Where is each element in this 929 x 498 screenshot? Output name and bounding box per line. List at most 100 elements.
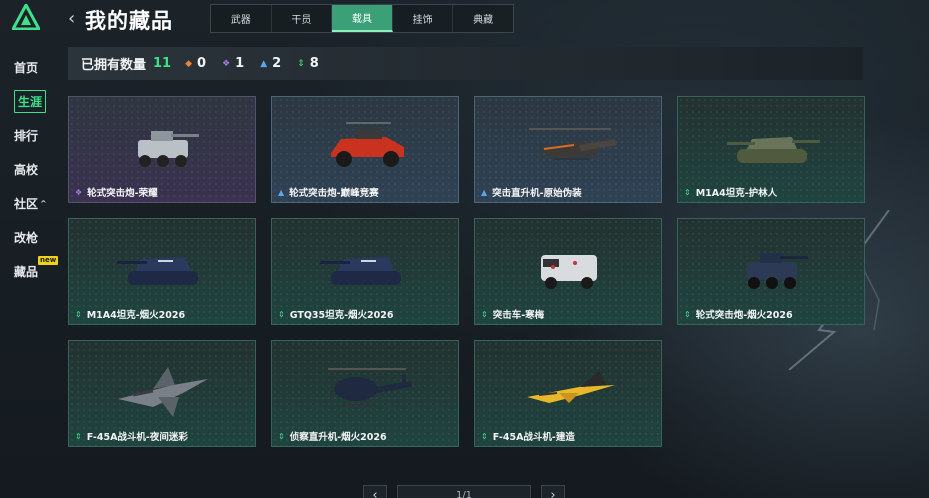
card-name: 突击车-寒梅: [492, 310, 545, 321]
tab-0[interactable]: 武器: [211, 5, 272, 32]
card-footer: ⇕ F-45A战斗机-建造: [475, 426, 661, 446]
rarity-count: 8: [309, 56, 319, 71]
card-name: GTQ35坦克-烟火2026: [289, 310, 394, 321]
sidebar-nav: 首页生涯排行高校社区 ^ 改枪藏品 new: [6, 50, 59, 288]
card-name: 轮式突击炮-烟火2026: [695, 310, 793, 321]
sidebar-item-label: 藏品: [14, 264, 39, 279]
chevron-up-icon: ^: [40, 198, 47, 208]
vehicle-image: [331, 122, 404, 167]
vehicle-image: [118, 367, 208, 417]
vehicle-image: [117, 257, 198, 285]
rarity-stat: ❖ 1: [222, 56, 244, 71]
vehicle-image: [727, 137, 820, 163]
collection-card[interactable]: ⇕ GTQ35坦克-烟火2026: [271, 218, 459, 325]
sidebar-item-label: 排行: [14, 128, 39, 143]
blue-rarity-icon: ▲: [278, 187, 285, 197]
page-title: 我的藏品: [85, 9, 173, 33]
tab-4[interactable]: 典藏: [453, 5, 513, 32]
rarity-count: 0: [197, 56, 207, 71]
card-name: 轮式突击炮-巅峰竞赛: [289, 188, 379, 199]
vehicle-image: [527, 371, 615, 403]
sidebar-item-label: 生涯: [14, 89, 47, 113]
vehicle-image: [320, 257, 401, 285]
vehicle-image: [328, 368, 412, 406]
tab-1[interactable]: 干员: [272, 5, 333, 32]
collection-card[interactable]: ▲ 轮式突击炮-巅峰竞赛: [271, 96, 459, 203]
card-footer: ⇕ 侦察直升机-烟火2026: [272, 426, 458, 446]
collection-card[interactable]: ⇕ M1A4坦克-护林人: [677, 96, 865, 203]
rarity-stat: ▲ 2: [260, 56, 281, 71]
green-rarity-icon: ⇕: [684, 187, 691, 197]
card-name: 突击直升机-原始伪装: [492, 188, 582, 199]
prev-page-button[interactable]: ‹: [363, 485, 387, 498]
vehicle-image: [529, 128, 617, 160]
owned-count-value: 11: [153, 56, 172, 71]
orange-rarity-icon: ◆: [185, 58, 193, 69]
rarity-count: 2: [272, 56, 282, 71]
green-rarity-icon: ⇕: [75, 309, 82, 319]
sidebar-item-4[interactable]: 社区 ^: [6, 186, 56, 220]
collection-card[interactable]: ⇕ F-45A战斗机-夜间迷彩: [68, 340, 256, 447]
purple-rarity-icon: ❖: [75, 187, 83, 197]
collection-card[interactable]: ⇕ M1A4坦克-烟火2026: [68, 218, 256, 325]
sidebar-item-1[interactable]: 生涯: [6, 84, 56, 118]
sidebar-item-0[interactable]: 首页: [6, 50, 56, 84]
card-footer: ⇕ F-45A战斗机-夜间迷彩: [69, 426, 255, 446]
card-name: 侦察直升机-烟火2026: [289, 432, 387, 443]
green-rarity-icon: ⇕: [278, 431, 285, 441]
sidebar-item-label: 社区: [14, 196, 39, 211]
card-name: M1A4坦克-烟火2026: [86, 310, 186, 321]
sidebar-item-5[interactable]: 改枪: [6, 220, 56, 254]
purple-rarity-icon: ❖: [222, 58, 231, 69]
sidebar-item-label: 首页: [14, 60, 39, 75]
new-badge: new: [38, 256, 59, 265]
green-rarity-icon: ⇕: [684, 309, 691, 319]
card-name: F-45A战斗机-建造: [492, 432, 575, 443]
app-logo-icon[interactable]: [12, 4, 40, 30]
card-footer: ⇕ 突击车-寒梅: [475, 304, 661, 324]
vehicle-image: [541, 255, 597, 289]
next-page-button[interactable]: ›: [541, 485, 565, 498]
tab-3[interactable]: 挂饰: [393, 5, 454, 32]
collection-card[interactable]: ❖ 轮式突击炮-荣耀: [68, 96, 256, 203]
blue-rarity-icon: ▲: [481, 187, 488, 197]
rarity-count: 1: [235, 56, 245, 71]
vehicle-image: [138, 131, 199, 167]
green-rarity-icon: ⇕: [75, 431, 82, 441]
collection-card[interactable]: ⇕ 轮式突击炮-烟火2026: [677, 218, 865, 325]
collection-card[interactable]: ▲ 突击直升机-原始伪装: [474, 96, 662, 203]
sidebar-item-label: 改枪: [14, 230, 39, 245]
back-button[interactable]: ‹: [68, 8, 75, 29]
sidebar-item-3[interactable]: 高校: [6, 152, 56, 186]
rarity-stat: ◆ 0: [185, 56, 206, 71]
sidebar-item-6[interactable]: 藏品 new: [6, 254, 59, 288]
sidebar-item-label: 高校: [14, 162, 39, 177]
sidebar-item-2[interactable]: 排行: [6, 118, 56, 152]
card-name: F-45A战斗机-夜间迷彩: [86, 432, 188, 443]
card-footer: ▲ 突击直升机-原始伪装: [475, 182, 661, 202]
page-indicator: 1/1: [397, 485, 531, 498]
card-name: M1A4坦克-护林人: [695, 188, 778, 199]
blue-rarity-icon: ▲: [260, 58, 268, 69]
vehicle-image: [747, 253, 808, 289]
collection-card[interactable]: ⇕ 侦察直升机-烟火2026: [271, 340, 459, 447]
card-footer: ❖ 轮式突击炮-荣耀: [69, 182, 255, 202]
green-rarity-icon: ⇕: [297, 58, 305, 69]
owned-summary-bar: 已拥有数量 11 ◆ 0 ❖ 1 ▲ 2 ⇕ 8: [68, 47, 863, 80]
category-tabs: 武器 干员 载具 挂饰 典藏: [210, 4, 514, 33]
collection-card[interactable]: ⇕ F-45A战斗机-建造: [474, 340, 662, 447]
card-footer: ⇕ GTQ35坦克-烟火2026: [272, 304, 458, 324]
card-footer: ⇕ 轮式突击炮-烟火2026: [678, 304, 864, 324]
pagination: ‹ 1/1 ›: [363, 485, 565, 498]
card-footer: ▲ 轮式突击炮-巅峰竞赛: [272, 182, 458, 202]
card-footer: ⇕ M1A4坦克-护林人: [678, 182, 864, 202]
card-footer: ⇕ M1A4坦克-烟火2026: [69, 304, 255, 324]
green-rarity-icon: ⇕: [481, 431, 488, 441]
rarity-stat: ⇕ 8: [297, 56, 319, 71]
tab-2[interactable]: 载具: [332, 5, 393, 32]
green-rarity-icon: ⇕: [481, 309, 488, 319]
collection-card[interactable]: ⇕ 突击车-寒梅: [474, 218, 662, 325]
card-name: 轮式突击炮-荣耀: [87, 188, 158, 199]
owned-count-label: 已拥有数量: [81, 58, 147, 73]
green-rarity-icon: ⇕: [278, 309, 285, 319]
